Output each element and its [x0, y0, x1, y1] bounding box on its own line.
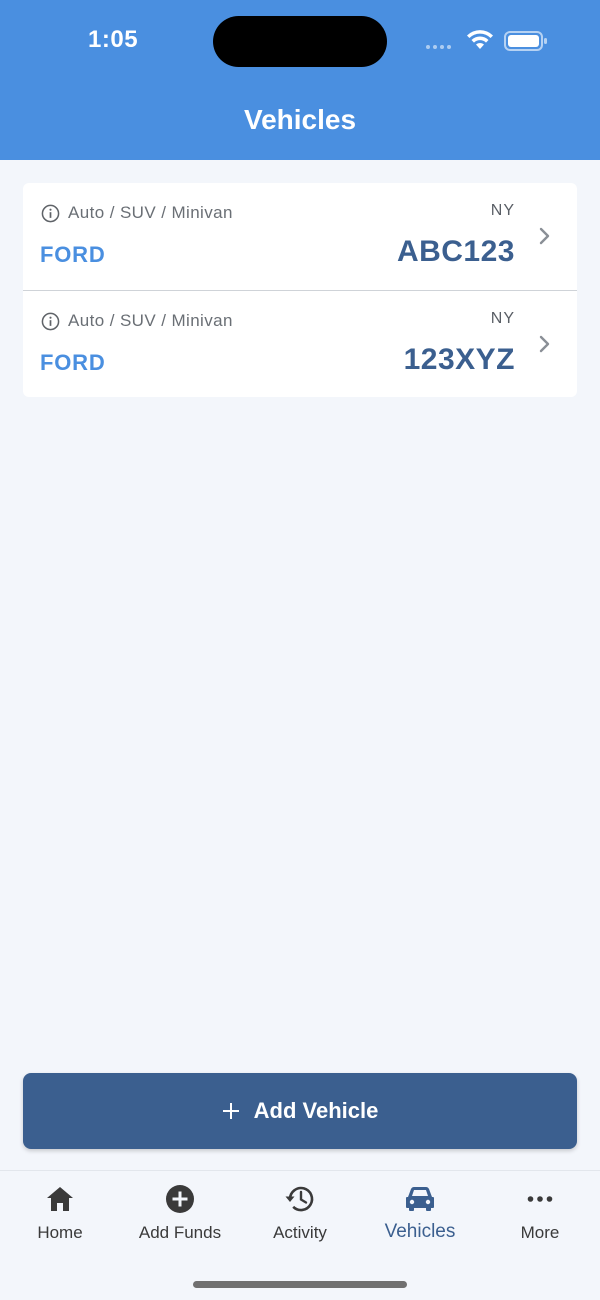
- history-icon: [285, 1186, 314, 1212]
- vehicle-plate: ABC123: [396, 235, 515, 268]
- vehicle-type: Auto / SUV / Minivan: [41, 203, 233, 223]
- vehicle-state: NY: [490, 202, 515, 219]
- vehicle-type-label: Auto / SUV / Minivan: [68, 203, 233, 222]
- dynamic-island: [213, 16, 387, 67]
- page-title: Vehicles: [243, 104, 357, 135]
- chevron-right-icon: [539, 227, 550, 245]
- tab-label: Vehicles: [384, 1221, 456, 1242]
- home-icon: [47, 1187, 73, 1211]
- battery-icon: [504, 31, 547, 51]
- vehicle-state: NY: [490, 310, 515, 327]
- tab-add-funds[interactable]: Add Funds: [120, 1183, 240, 1253]
- wifi-icon: [467, 30, 493, 49]
- car-icon: [406, 1187, 434, 1211]
- app-header: 1:05 Vehicles: [0, 0, 600, 160]
- vehicle-type-label: Auto / SUV / Minivan: [68, 311, 233, 330]
- vehicle-type: Auto / SUV / Minivan: [41, 311, 233, 331]
- home-indicator[interactable]: [193, 1281, 407, 1288]
- add-vehicle-label: Add Vehicle: [253, 1098, 379, 1123]
- vehicle-plate: 123XYZ: [403, 343, 515, 376]
- tab-label: Add Funds: [138, 1223, 222, 1242]
- info-icon[interactable]: [41, 312, 60, 331]
- tab-vehicles[interactable]: Vehicles: [360, 1183, 480, 1253]
- tab-home[interactable]: Home: [0, 1183, 120, 1253]
- vehicle-make: FORD: [40, 242, 106, 267]
- chevron-right-icon: [539, 335, 550, 353]
- tab-activity[interactable]: Activity: [240, 1183, 360, 1253]
- info-icon[interactable]: [41, 204, 60, 223]
- plus-circle-icon: [166, 1185, 194, 1213]
- status-time: 1:05: [88, 26, 139, 53]
- plus-icon: [222, 1103, 239, 1119]
- vehicle-row[interactable]: Auto / SUV / Minivan FORD NY ABC123: [23, 183, 577, 290]
- tab-label: More: [520, 1223, 560, 1242]
- tab-label: Activity: [273, 1223, 327, 1242]
- tab-more[interactable]: More: [480, 1183, 600, 1253]
- more-dots-icon: [527, 1196, 553, 1202]
- add-vehicle-button[interactable]: Add Vehicle: [23, 1073, 577, 1149]
- vehicle-row[interactable]: Auto / SUV / Minivan FORD NY 123XYZ: [23, 290, 577, 397]
- cellular-signal-icon: [426, 45, 451, 49]
- vehicle-make: FORD: [40, 350, 106, 375]
- tab-label: Home: [37, 1223, 83, 1242]
- vehicle-list: Auto / SUV / Minivan FORD NY ABC123 Auto…: [23, 183, 577, 397]
